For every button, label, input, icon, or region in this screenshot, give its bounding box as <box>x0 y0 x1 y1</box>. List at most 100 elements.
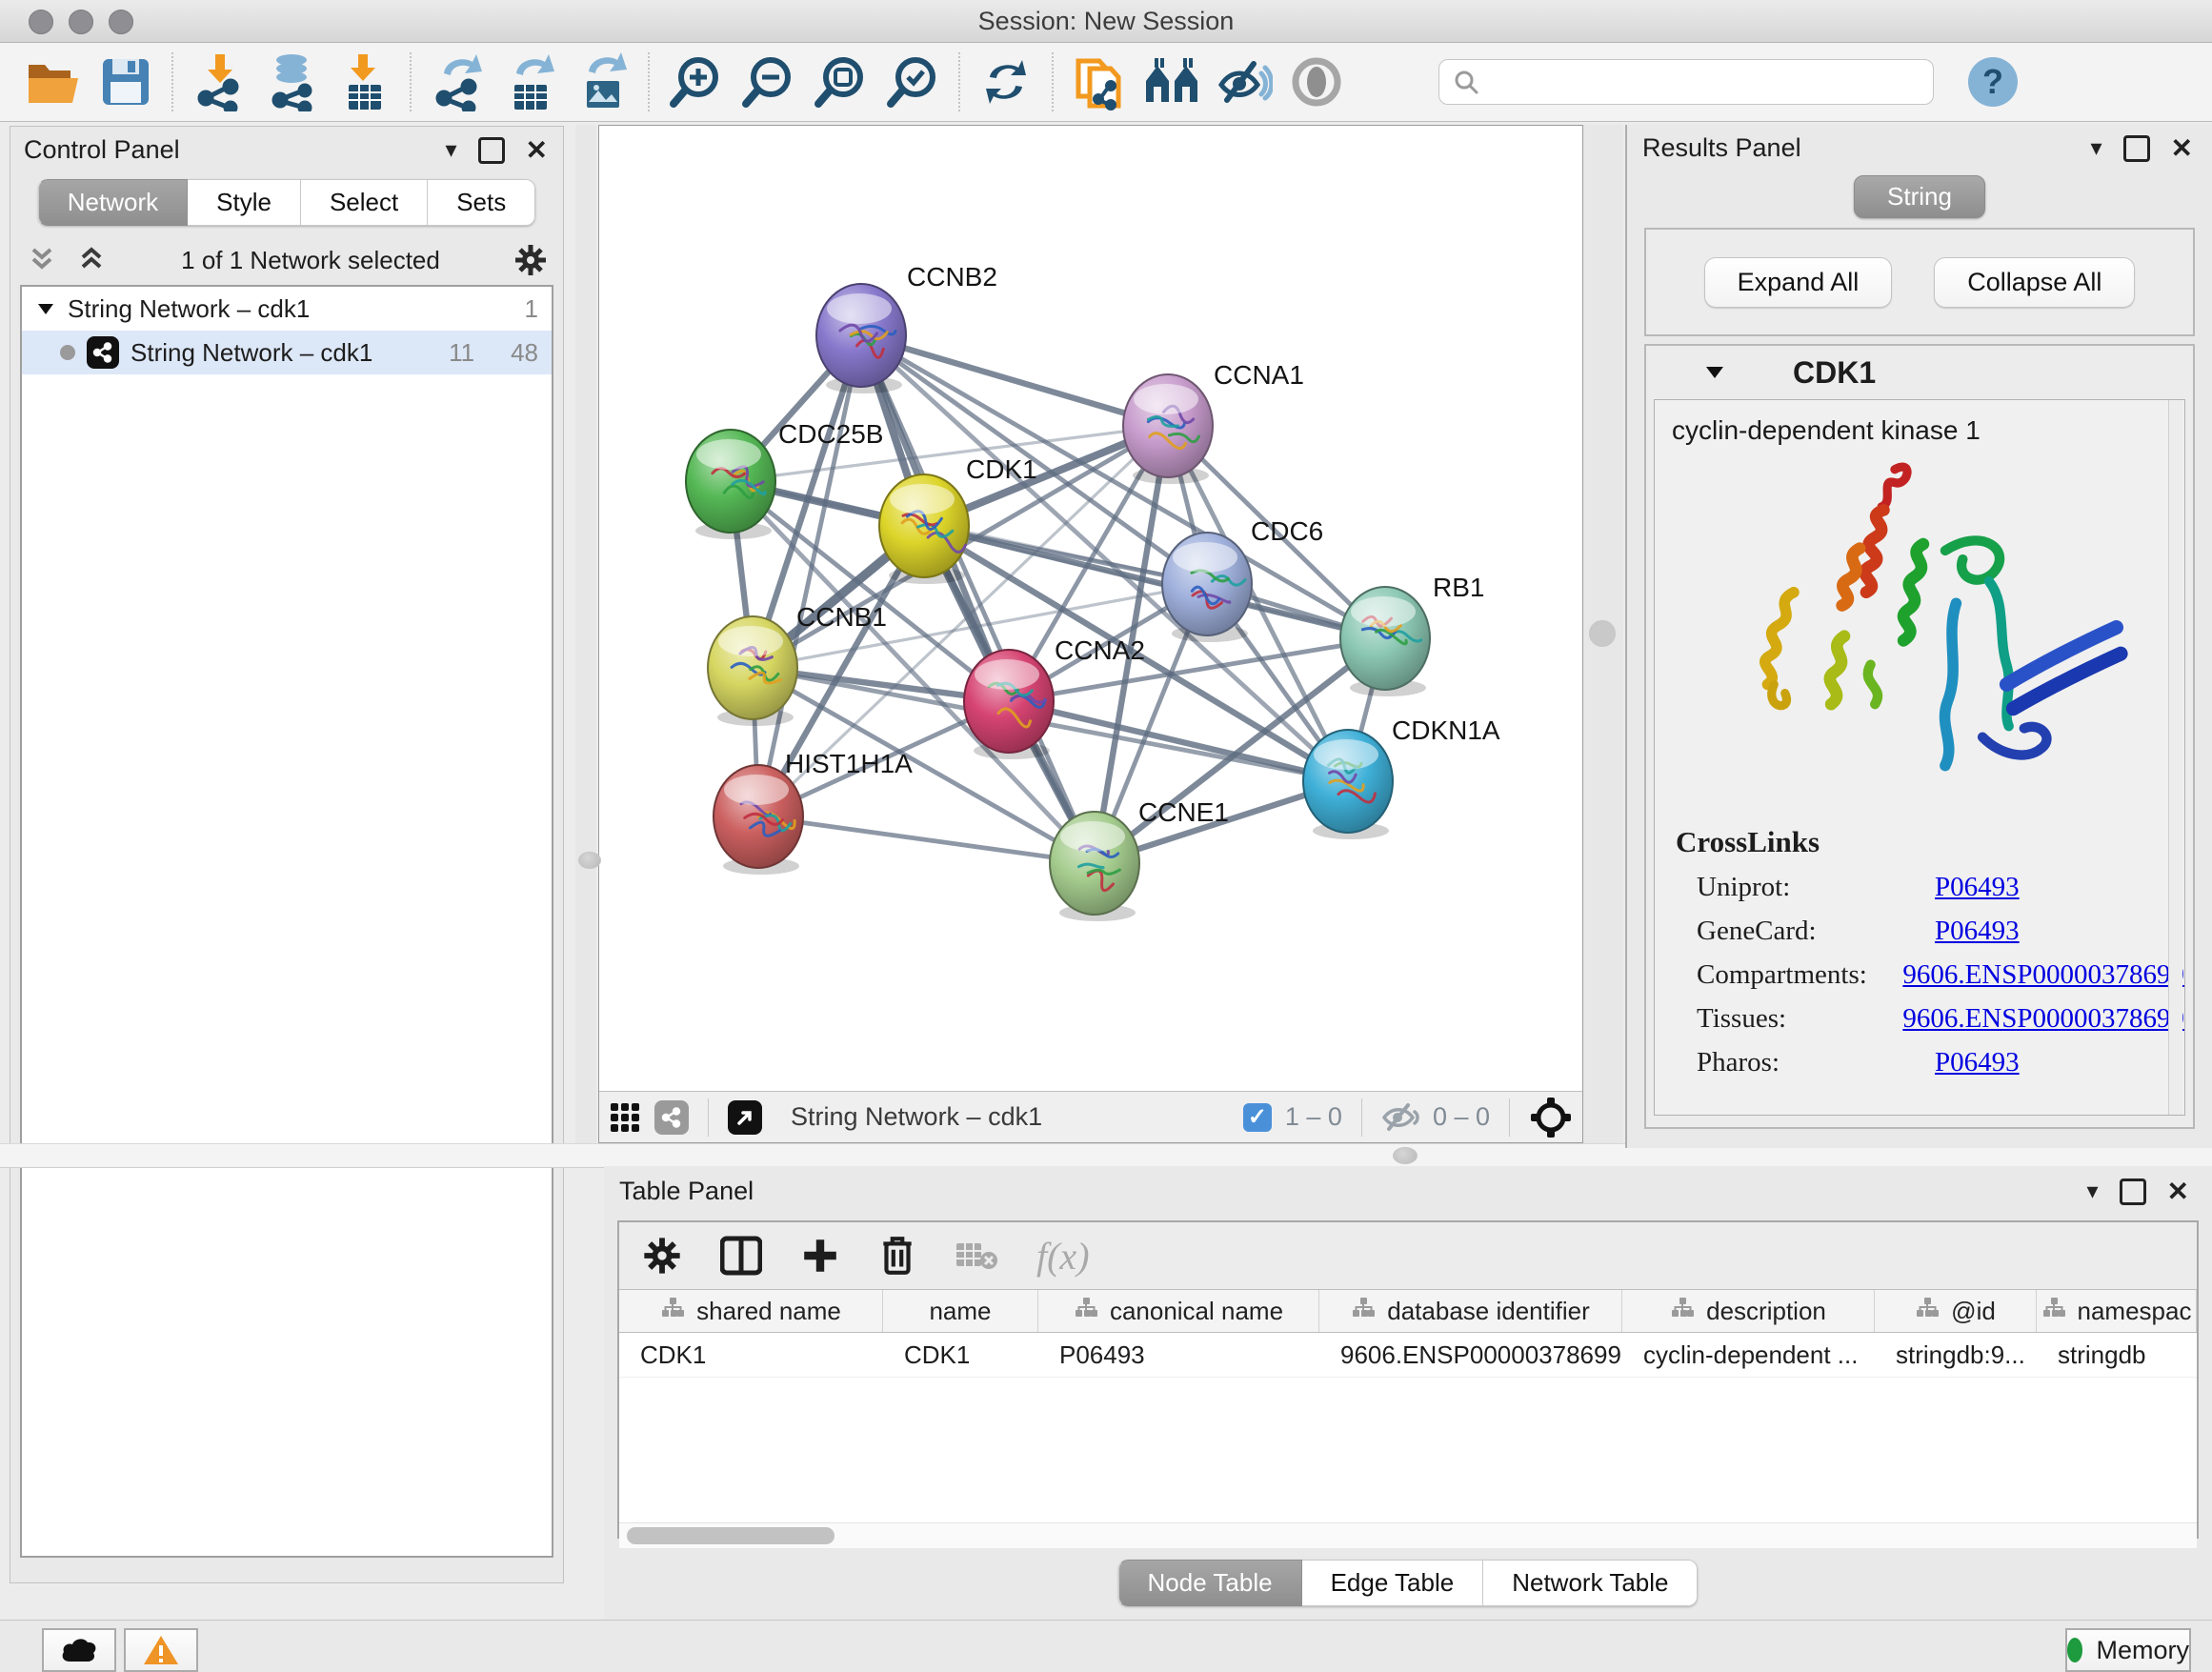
network-edge-CCNB2-HIST1H1A[interactable] <box>758 335 861 816</box>
table-panel-maximize-button[interactable] <box>2120 1178 2146 1205</box>
minimize-window-button[interactable] <box>69 10 93 34</box>
collapse-all-icon[interactable] <box>26 244 58 276</box>
network-edge-CCNB2-CCNA1[interactable] <box>861 335 1168 426</box>
network-edge-HIST1H1A-CCNE1[interactable] <box>758 816 1095 863</box>
save-session-button[interactable] <box>90 48 162 116</box>
import-network-button[interactable] <box>183 48 255 116</box>
horizontal-splitter-knob[interactable] <box>1393 1147 1418 1164</box>
scrollbar-thumb[interactable] <box>627 1527 835 1544</box>
results-panel-close-button[interactable]: ✕ <box>2171 132 2193 164</box>
maximize-window-button[interactable] <box>109 10 133 34</box>
tab-style[interactable]: Style <box>188 179 301 226</box>
network-options-gear-icon[interactable] <box>513 243 548 277</box>
export-image-button[interactable] <box>566 48 638 116</box>
export-table-button[interactable] <box>493 48 566 116</box>
table-cell[interactable]: 9606.ENSP00000378699 <box>1319 1333 1622 1377</box>
column-header-shared-name[interactable]: shared name <box>619 1290 883 1332</box>
table-cell[interactable]: cyclin-dependent ... <box>1622 1333 1875 1377</box>
import-table-button[interactable] <box>328 48 400 116</box>
expand-all-button[interactable]: Expand All <box>1704 257 1893 308</box>
control-panel-close-button[interactable]: ✕ <box>526 134 548 166</box>
warnings-button[interactable] <box>124 1628 198 1672</box>
delete-table-icon[interactable] <box>955 1239 998 1273</box>
toggle-bird-eye-button[interactable] <box>1280 48 1353 116</box>
refresh-layout-button[interactable] <box>970 48 1042 116</box>
network-edge-CCNB2-CCNE1[interactable] <box>861 335 1095 863</box>
network-node-RB1[interactable] <box>1340 587 1430 696</box>
crosslink-link[interactable]: P06493 <box>1935 872 2020 903</box>
table-settings-gear-icon[interactable] <box>642 1236 682 1276</box>
window-controls[interactable] <box>29 10 133 34</box>
crosslink-link[interactable]: P06493 <box>1935 916 2020 947</box>
export-network-button[interactable] <box>421 48 493 116</box>
table-cell[interactable]: stringdb:9... <box>1875 1333 2037 1377</box>
tab-sets[interactable]: Sets <box>428 179 535 226</box>
delete-column-icon[interactable] <box>878 1235 916 1277</box>
tab-edge-table[interactable]: Edge Table <box>1302 1560 1484 1606</box>
selected-count-checkbox[interactable]: ✓ <box>1243 1103 1272 1132</box>
bird-eye-toggle-icon[interactable] <box>1529 1096 1573 1139</box>
table-horizontal-scrollbar[interactable] <box>619 1522 2197 1548</box>
crosslink-link[interactable]: 9606.ENSP00000378699 <box>1902 1003 2184 1035</box>
network-collection-row[interactable]: String Network – cdk1 1 <box>22 287 552 331</box>
column-header-name[interactable]: name <box>883 1290 1038 1332</box>
crosslink-link[interactable]: 9606.ENSP00000378699 <box>1902 959 2184 991</box>
add-column-icon[interactable] <box>800 1236 840 1276</box>
table-panel-close-button[interactable]: ✕ <box>2167 1176 2189 1207</box>
tab-select[interactable]: Select <box>301 179 428 226</box>
cloud-status-button[interactable] <box>42 1628 116 1672</box>
control-panel-float-button[interactable]: ▾ <box>445 136 456 164</box>
collapse-all-button[interactable]: Collapse All <box>1934 257 2135 308</box>
table-cell[interactable]: CDK1 <box>883 1333 1038 1377</box>
network-node-CCNB1[interactable] <box>708 616 797 726</box>
detach-view-icon[interactable] <box>728 1100 762 1135</box>
protein-collapse-triangle-icon[interactable] <box>1703 361 1726 384</box>
home-ontology-button[interactable] <box>1136 48 1208 116</box>
tree-expand-triangle-icon[interactable] <box>35 298 56 319</box>
control-panel-maximize-button[interactable] <box>478 137 505 164</box>
column-header-namespac[interactable]: namespac <box>2037 1290 2197 1332</box>
memory-button[interactable]: Memory <box>2065 1628 2191 1672</box>
column-header-database-identifier[interactable]: database identifier <box>1319 1290 1622 1332</box>
tab-network-table[interactable]: Network Table <box>1483 1560 1698 1606</box>
network-node-CDC25B[interactable] <box>686 430 775 539</box>
table-cell[interactable]: stringdb <box>2037 1333 2197 1377</box>
results-panel-maximize-button[interactable] <box>2123 135 2150 162</box>
network-node-CCNB2[interactable] <box>816 284 906 393</box>
tab-string[interactable]: String <box>1854 175 1985 218</box>
table-panel-float-button[interactable]: ▾ <box>2086 1178 2098 1205</box>
network-canvas[interactable]: CCNB2CCNA1CDC25BCDK1CDC6RB1CCNB1CCNA2CDK… <box>599 126 1582 1091</box>
table-cell[interactable]: P06493 <box>1038 1333 1319 1377</box>
network-node-CDKN1A[interactable] <box>1303 730 1393 839</box>
network-node-CCNA1[interactable] <box>1123 374 1213 484</box>
tab-network[interactable]: Network <box>38 179 188 226</box>
zoom-selected-button[interactable] <box>876 48 949 116</box>
tab-node-table[interactable]: Node Table <box>1118 1560 1302 1606</box>
column-header-canonical-name[interactable]: canonical name <box>1038 1290 1319 1332</box>
import-database-button[interactable] <box>255 48 328 116</box>
network-node-HIST1H1A[interactable] <box>714 765 803 875</box>
function-builder-icon[interactable]: f(x) <box>1036 1234 1090 1279</box>
zoom-out-button[interactable] <box>732 48 804 116</box>
network-node-CCNE1[interactable] <box>1050 812 1139 921</box>
open-session-button[interactable] <box>17 48 90 116</box>
search-input[interactable] <box>1489 67 1920 98</box>
zoom-fit-button[interactable] <box>804 48 876 116</box>
left-splitter-knob[interactable] <box>578 852 601 869</box>
right-splitter-knob[interactable] <box>1589 620 1616 647</box>
column-header-@id[interactable]: @id <box>1875 1290 2037 1332</box>
table-cell[interactable]: CDK1 <box>619 1333 883 1377</box>
crosslink-link[interactable]: P06493 <box>1935 1047 2020 1078</box>
left-splitter[interactable] <box>575 125 596 1143</box>
zoom-in-button[interactable] <box>659 48 732 116</box>
help-button[interactable]: ? <box>1957 48 2029 116</box>
table-row[interactable]: CDK1CDK1P064939606.ENSP00000378699cyclin… <box>619 1333 2197 1378</box>
toolbar-search[interactable] <box>1438 59 1934 105</box>
results-panel-float-button[interactable]: ▾ <box>2090 134 2101 162</box>
string-docs-button[interactable] <box>1063 48 1136 116</box>
network-row[interactable]: String Network – cdk1 11 48 <box>22 331 552 374</box>
grid-view-icon[interactable] <box>609 1101 641 1134</box>
hidden-eye-slash-icon[interactable] <box>1381 1102 1419 1133</box>
close-window-button[interactable] <box>29 10 53 34</box>
show-columns-icon[interactable] <box>720 1236 762 1276</box>
